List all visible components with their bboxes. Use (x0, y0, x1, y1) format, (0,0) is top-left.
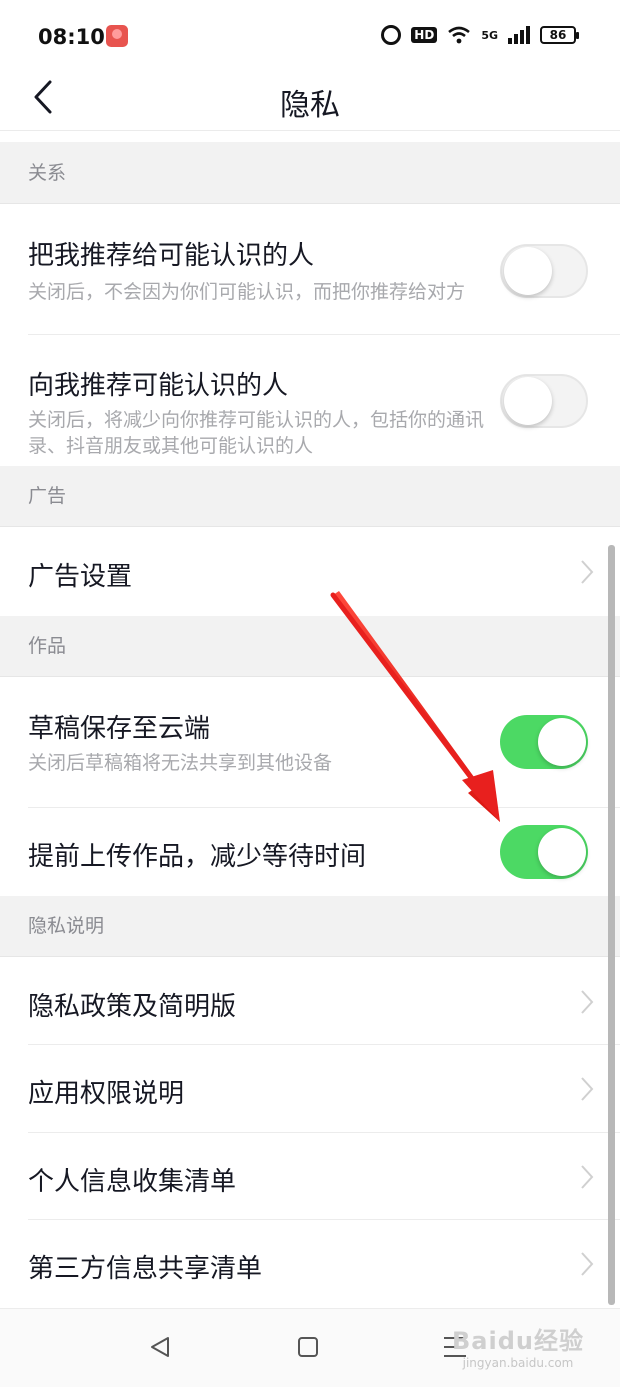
section-header-privacy-info: 隐私说明 (0, 896, 620, 957)
battery-icon: 86 (540, 26, 579, 44)
row-description: 关闭后，不会因为你们可能认识，而把你推荐给对方 (28, 281, 466, 303)
network-type-label: 5G (481, 28, 498, 42)
chevron-right-icon (581, 990, 594, 1014)
wifi-icon (448, 26, 471, 44)
toggle-knob (538, 828, 586, 876)
hd-icon: HD (411, 27, 438, 43)
status-bar: 08:10 HD 5G 86 (0, 0, 620, 76)
row-personal-info-list[interactable]: 个人信息收集清单 (0, 1133, 620, 1220)
nav-home-icon[interactable] (298, 1337, 318, 1357)
divider (0, 130, 620, 131)
row-title: 提前上传作品，减少等待时间 (28, 842, 367, 872)
toggle-knob (538, 718, 586, 766)
watermark-url: jingyan.baidu.com (462, 1356, 574, 1370)
row-pre-upload: 提前上传作品，减少等待时间 (0, 808, 620, 896)
row-title: 把我推荐给可能认识的人 (28, 241, 315, 271)
row-title: 草稿保存至云端 (28, 714, 211, 744)
alarm-icon (381, 25, 402, 45)
pre-upload-toggle[interactable] (500, 825, 588, 879)
draft-cloud-toggle[interactable] (500, 715, 588, 769)
toggle-knob (504, 247, 552, 295)
row-title: 向我推荐可能认识的人 (28, 371, 289, 401)
nav-bar: 隐私 (0, 76, 620, 132)
chevron-right-icon (581, 560, 594, 584)
row-title: 隐私政策及简明版 (28, 992, 237, 1022)
signal-icon (508, 26, 530, 44)
watermark: Baidu经验 jingyan.baidu.com (452, 1321, 584, 1370)
status-time: 08:10 (38, 25, 105, 49)
system-nav-bar: Baidu经验 jingyan.baidu.com (0, 1308, 620, 1387)
row-description: 关闭后，将减少向你推荐可能认识的人，包括你的通讯录、抖音朋友或其他可能认识的人 (28, 409, 485, 457)
nav-back-icon[interactable] (148, 1335, 172, 1359)
scrollbar[interactable] (608, 545, 615, 1305)
section-header-ads: 广告 (0, 466, 620, 527)
row-description: 关闭后草稿箱将无法共享到其他设备 (28, 752, 333, 774)
row-title: 个人信息收集清单 (28, 1167, 237, 1197)
row-app-permissions[interactable]: 应用权限说明 (0, 1045, 620, 1133)
page-title: 隐私 (280, 88, 340, 123)
section-header-relationship: 关系 (0, 142, 620, 204)
row-privacy-policy[interactable]: 隐私政策及简明版 (0, 958, 620, 1045)
section-header-works: 作品 (0, 616, 620, 677)
chevron-right-icon (581, 1077, 594, 1101)
row-title: 广告设置 (28, 562, 133, 592)
app-notification-icon (106, 25, 128, 47)
toggle-knob (504, 377, 552, 425)
status-icons: HD 5G 86 (381, 25, 579, 45)
row-title: 第三方信息共享清单 (28, 1254, 263, 1284)
row-recommend-to-me: 向我推荐可能认识的人 关闭后，将减少向你推荐可能认识的人，包括你的通讯录、抖音朋… (0, 335, 620, 465)
watermark-brand: Baidu经验 (452, 1327, 584, 1355)
row-title: 应用权限说明 (28, 1079, 185, 1109)
row-draft-cloud: 草稿保存至云端 关闭后草稿箱将无法共享到其他设备 (0, 678, 620, 808)
row-recommend-me: 把我推荐给可能认识的人 关闭后，不会因为你们可能认识，而把你推荐给对方 (0, 205, 620, 335)
row-ad-settings[interactable]: 广告设置 (0, 528, 620, 616)
recommend-me-toggle[interactable] (500, 244, 588, 298)
recommend-to-me-toggle[interactable] (500, 374, 588, 428)
chevron-right-icon (581, 1165, 594, 1189)
chevron-right-icon (581, 1252, 594, 1276)
row-third-party-list[interactable]: 第三方信息共享清单 (0, 1220, 620, 1308)
